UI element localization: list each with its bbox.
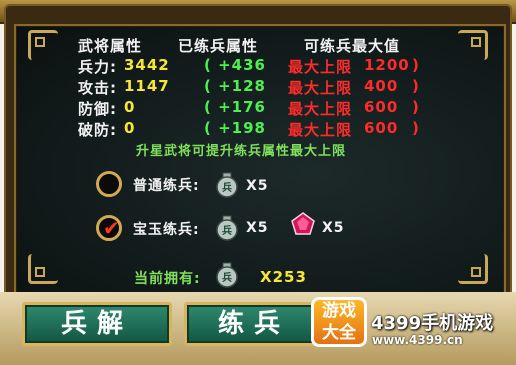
gem-train-radio[interactable]: ✔	[96, 215, 122, 241]
medal-glyph: 兵	[222, 181, 232, 194]
owned-label: 当前拥有:	[134, 271, 201, 287]
normal-train-label: 普通练兵:	[133, 178, 200, 194]
watermark-logo: 游戏 大全	[311, 297, 367, 347]
header-max-train: 可练兵最大值	[304, 37, 401, 55]
watermark-logo-line2: 大全	[322, 323, 356, 343]
disband-button[interactable]: 兵解	[22, 302, 172, 346]
stat-bonus: ( +198	[204, 119, 266, 137]
medal-icon: 兵	[216, 215, 238, 241]
stat-limit-label: 最大上限	[288, 58, 353, 76]
header-trained-attr: 已练兵属性	[178, 37, 259, 55]
stat-close: )	[412, 77, 420, 95]
check-icon: ✔	[103, 216, 120, 240]
medal-icon: 兵	[216, 262, 238, 288]
stat-label: 兵力:	[78, 58, 117, 76]
corner-ornament	[28, 254, 58, 284]
stat-limit: 600	[364, 119, 399, 137]
corner-ornament	[28, 30, 58, 60]
stat-label: 破防:	[78, 121, 117, 139]
header-general-attr: 武将属性	[78, 37, 143, 55]
stat-value: 0	[124, 98, 136, 116]
owned-count: X253	[260, 268, 307, 286]
stat-close: )	[412, 56, 420, 74]
train-button[interactable]: 练兵	[184, 302, 324, 346]
stat-label: 攻击:	[78, 79, 117, 97]
stat-limit-label: 最大上限	[288, 121, 353, 139]
watermark-logo-line1: 游戏	[322, 301, 356, 321]
medal-glyph: 兵	[222, 224, 232, 237]
watermark-url: www.4399.cn	[372, 333, 463, 347]
stat-limit: 600	[364, 98, 399, 116]
stat-value: 1147	[124, 77, 170, 95]
stat-limit: 400	[364, 77, 399, 95]
gem-train-cost: X5	[246, 220, 269, 236]
stat-limit-label: 最大上限	[288, 79, 353, 97]
gem-train-label: 宝玉练兵:	[133, 222, 200, 238]
stat-value: 3442	[124, 56, 170, 74]
stat-label: 防御:	[78, 100, 117, 118]
watermark-title: 4399手机游戏	[371, 313, 494, 334]
stat-close: )	[412, 98, 420, 116]
stat-limit-label: 最大上限	[288, 100, 353, 118]
medal-icon: 兵	[216, 172, 238, 198]
gem-cost: X5	[322, 220, 345, 236]
normal-train-cost: X5	[246, 178, 269, 194]
upgrade-tip: 升星武将可提升练兵属性最大上限	[136, 144, 347, 159]
stat-close: )	[412, 119, 420, 137]
stat-bonus: ( +128	[204, 77, 266, 95]
corner-ornament	[458, 30, 488, 60]
stat-limit: 1200	[364, 56, 410, 74]
stat-bonus: ( +436	[204, 56, 266, 74]
stat-value: 0	[124, 119, 136, 137]
normal-train-radio[interactable]	[96, 171, 122, 197]
medal-glyph: 兵	[222, 271, 232, 284]
jade-gem-icon	[291, 212, 315, 235]
corner-ornament	[458, 254, 488, 284]
stat-bonus: ( +176	[204, 98, 266, 116]
